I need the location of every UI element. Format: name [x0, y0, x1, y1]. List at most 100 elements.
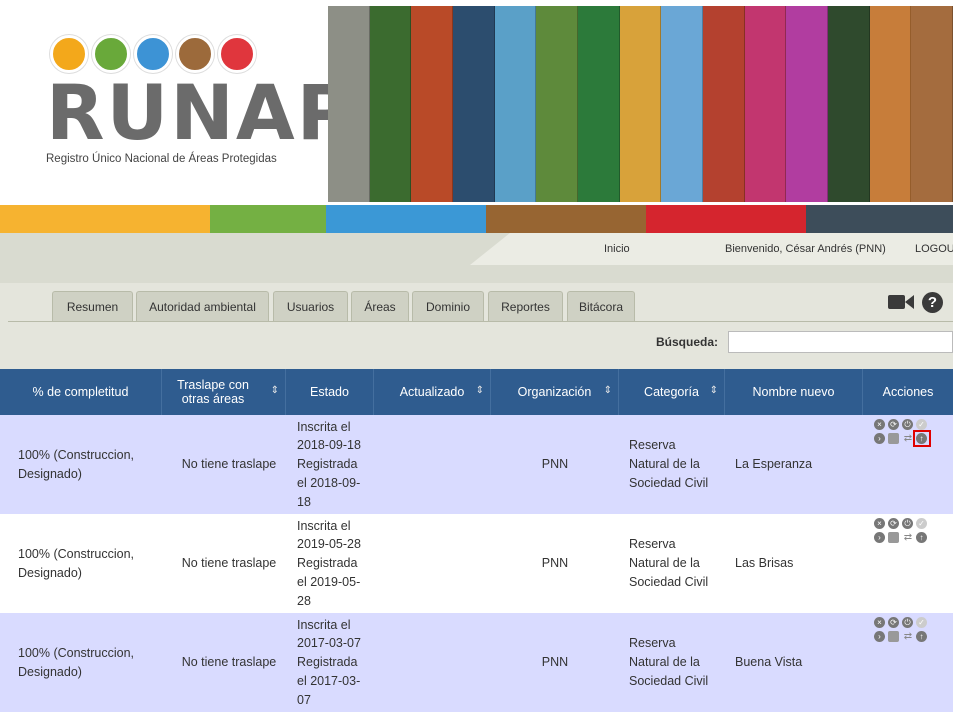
banner-photo-strip [453, 6, 495, 202]
view-icon[interactable]: › [874, 433, 885, 444]
tab-divider [8, 321, 953, 322]
highlight-box [913, 430, 931, 447]
cell-categoria: Reserva Natural de la Sociedad Civil [629, 537, 709, 589]
logo-subtitle: Registro Único Nacional de Áreas Protegi… [46, 153, 277, 165]
cell-actualizado [374, 514, 491, 613]
col-actualizado[interactable]: Actualizado ⇕ [374, 369, 491, 415]
cell-acciones: × ⟳ ⏻ ✓ › ⇄ ↑ [863, 415, 953, 514]
header: RUNAP Registro Único Nacional de Áreas P… [0, 0, 953, 205]
cell-actualizado [374, 415, 491, 514]
edit-icon[interactable]: ⟳ [888, 617, 899, 628]
color-bar-segment [646, 205, 806, 233]
search-input[interactable] [728, 331, 953, 353]
approve-icon[interactable]: ✓ [916, 419, 927, 430]
col-categoria[interactable]: Categoría ⇕ [619, 369, 725, 415]
status-icon[interactable]: ⏻ [902, 419, 913, 430]
cell-estado: Inscrita el 2019-05-28 Registrada el 201… [297, 518, 361, 608]
banner-photo-strip [328, 6, 370, 202]
welcome-text: Bienvenido, César Andrés (PNN) [725, 243, 886, 255]
image-icon[interactable] [888, 631, 899, 642]
upload-icon[interactable]: ↑ [916, 631, 927, 642]
runap-logo[interactable]: RUNAP Registro Único Nacional de Áreas P… [38, 35, 352, 175]
approve-icon[interactable]: ✓ [916, 617, 927, 628]
image-icon[interactable] [888, 433, 899, 444]
banner-photo-strip [411, 6, 454, 202]
banner-photo-strip [578, 6, 620, 202]
tab-autoridad-ambiental[interactable]: Autoridad ambiental [136, 291, 269, 321]
banner-photo-strip [828, 6, 870, 202]
link-icon[interactable]: ⇄ [902, 631, 914, 642]
cell-organizacion: PNN [541, 457, 569, 472]
table-row[interactable]: 100% (Construccion, Designado) No tiene t… [0, 514, 953, 613]
upload-icon[interactable]: ↑ [916, 532, 927, 543]
banner-photo-strip [536, 6, 579, 202]
banner-photo-strip [744, 6, 787, 202]
banner-photo-strip [494, 6, 537, 202]
logout-link[interactable]: LOGOUT [915, 243, 953, 255]
tab-areas[interactable]: Áreas [351, 291, 409, 321]
tab-usuarios[interactable]: Usuarios [273, 291, 348, 321]
main-tabs: Resumen Autoridad ambiental Usuarios Áre… [37, 291, 953, 321]
cell-traslape: No tiene traslape [181, 556, 277, 571]
cell-traslape: No tiene traslape [181, 457, 277, 472]
view-icon[interactable]: › [874, 532, 885, 543]
cell-completitud: 100% (Construccion, Designado) [18, 645, 135, 679]
col-acciones-label: Acciones [882, 384, 934, 399]
cell-traslape: No tiene traslape [181, 655, 277, 670]
tab-resumen[interactable]: Resumen [52, 291, 133, 321]
cell-categoria: Reserva Natural de la Sociedad Civil [629, 636, 709, 688]
sort-icon: ⇕ [709, 385, 718, 396]
tab-area: Resumen Autoridad ambiental Usuarios Áre… [0, 283, 953, 369]
logo-wordmark: RUNAP [46, 68, 355, 157]
tab-reportes[interactable]: Reportes [488, 291, 563, 321]
top-nav: Inicio Bienvenido, César Andrés (PNN) LO… [0, 233, 953, 283]
inicio-link[interactable]: Inicio [604, 243, 630, 255]
col-traslape[interactable]: Traslape con otras áreas ⇕ [162, 369, 286, 415]
col-organizacion[interactable]: Organización ⇕ [491, 369, 619, 415]
col-estado-label: Estado [310, 384, 349, 399]
edit-icon[interactable]: ⟳ [888, 419, 899, 430]
edit-icon[interactable]: ⟳ [888, 518, 899, 529]
col-completitud[interactable]: % de completitud [0, 369, 162, 415]
table-row[interactable]: 100% (Construccion, Designado) No tiene t… [0, 415, 953, 514]
approve-icon[interactable]: ✓ [916, 518, 927, 529]
status-icon[interactable]: ⏻ [902, 617, 913, 628]
delete-icon[interactable]: × [874, 419, 885, 430]
col-nombre-nuevo[interactable]: Nombre nuevo [725, 369, 863, 415]
col-actualizado-label: Actualizado [399, 384, 465, 399]
view-icon[interactable]: › [874, 631, 885, 642]
link-icon[interactable]: ⇄ [902, 532, 914, 543]
cell-organizacion: PNN [541, 655, 569, 670]
banner-photo-strip [869, 6, 912, 202]
tab-bitacora[interactable]: Bitácora [567, 291, 635, 321]
banner-photo-strip [619, 6, 662, 202]
help-icon[interactable]: ? [922, 292, 943, 313]
image-icon[interactable] [888, 532, 899, 543]
status-icon[interactable]: ⏻ [902, 518, 913, 529]
cell-completitud: 100% (Construccion, Designado) [18, 447, 135, 481]
color-bar-segment [0, 205, 210, 233]
cell-actualizado [374, 613, 491, 712]
delete-icon[interactable]: × [874, 518, 885, 529]
banner-photo-strip [369, 6, 412, 202]
sort-icon: ⇕ [270, 385, 279, 396]
cell-nombre: Las Brisas [735, 556, 794, 571]
color-bar-segment [210, 205, 326, 233]
col-categoria-label: Categoría [644, 384, 699, 399]
delete-icon[interactable]: × [874, 617, 885, 628]
header-banner [328, 6, 953, 202]
cell-organizacion: PNN [541, 556, 569, 571]
table-row[interactable]: 100% (Construccion, Designado) No tiene t… [0, 613, 953, 712]
col-traslape-label: Traslape con otras áreas [177, 377, 249, 406]
color-bar-segment [326, 205, 486, 233]
col-estado[interactable]: Estado [286, 369, 374, 415]
color-bar-segment [806, 205, 953, 233]
cell-acciones: × ⟳ ⏻ ✓ › ⇄ ↑ [863, 514, 953, 613]
video-camera-icon[interactable] [888, 293, 914, 311]
banner-photo-strip [661, 6, 704, 202]
color-bar [0, 205, 953, 233]
sort-icon: ⇕ [475, 385, 484, 396]
tab-dominio[interactable]: Dominio [412, 291, 484, 321]
banner-photo-strip [911, 6, 953, 202]
sort-icon: ⇕ [603, 385, 612, 396]
